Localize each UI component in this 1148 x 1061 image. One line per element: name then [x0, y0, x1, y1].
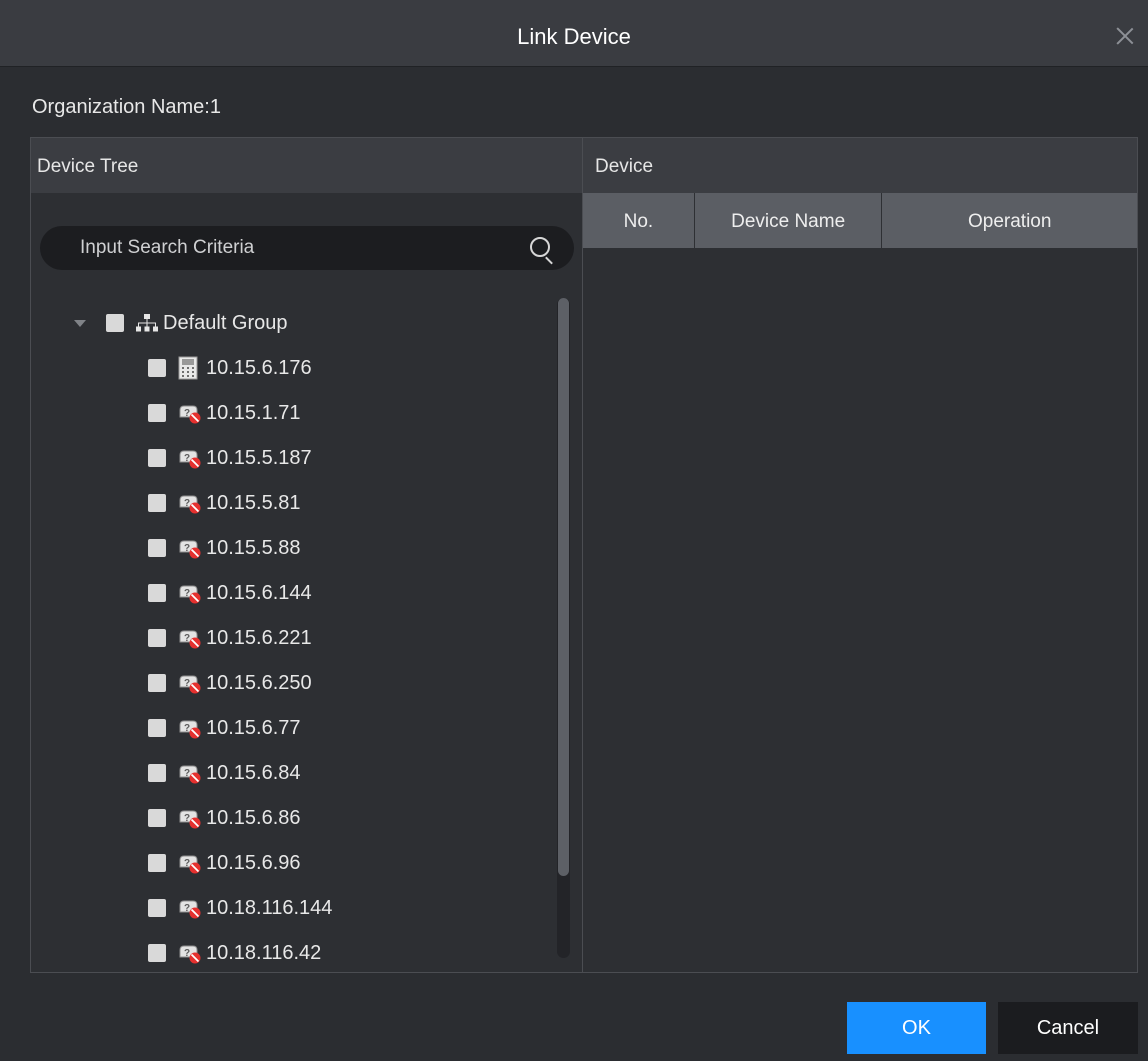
- tree-scrollbar-thumb[interactable]: [558, 298, 569, 876]
- column-header-operation: Operation: [967, 211, 1052, 232]
- device-checkbox[interactable]: [148, 674, 166, 692]
- svg-text:?: ?: [184, 813, 190, 824]
- svg-text:?: ?: [184, 678, 190, 689]
- tree-scrollbar[interactable]: [557, 298, 570, 958]
- svg-text:?: ?: [184, 543, 190, 554]
- offline-device-icon: ?: [178, 807, 202, 829]
- offline-device-icon: ?: [178, 717, 202, 739]
- svg-text:?: ?: [184, 588, 190, 599]
- tree-item-device[interactable]: 10.15.6.176: [148, 348, 312, 388]
- tree-item-label: 10.15.6.221: [206, 626, 312, 649]
- tree-item-label: 10.15.5.81: [206, 491, 301, 514]
- organization-name-label: Organization Name:1: [32, 96, 221, 118]
- svg-text:?: ?: [184, 903, 190, 914]
- tree-item-label: 10.15.6.77: [206, 716, 301, 739]
- tree-item-label: 10.15.6.86: [206, 806, 301, 829]
- search-icon[interactable]: [530, 237, 550, 257]
- expand-arrow-icon[interactable]: [74, 319, 86, 327]
- device-checkbox[interactable]: [148, 764, 166, 782]
- tree-item-device[interactable]: ? 10.15.6.96: [148, 843, 301, 883]
- offline-device-icon: ?: [178, 492, 202, 514]
- tree-group-default[interactable]: Default Group: [74, 303, 288, 343]
- device-checkbox[interactable]: [148, 449, 166, 467]
- tree-item-device[interactable]: ? 10.15.6.84: [148, 753, 301, 793]
- dialog-titlebar: Link Device: [0, 0, 1148, 67]
- tree-item-label: 10.15.6.84: [206, 761, 301, 784]
- svg-text:?: ?: [184, 453, 190, 464]
- device-checkbox[interactable]: [148, 584, 166, 602]
- tree-item-device[interactable]: ? 10.15.6.77: [148, 708, 301, 748]
- search-input[interactable]: [80, 226, 520, 270]
- svg-text:?: ?: [184, 858, 190, 869]
- device-checkbox[interactable]: [148, 944, 166, 962]
- tree-item-label: 10.18.116.42: [206, 941, 322, 964]
- tree-item-label: 10.15.5.187: [206, 446, 312, 469]
- tree-item-label: 10.15.6.250: [206, 671, 312, 694]
- offline-device-icon: ?: [178, 537, 202, 559]
- column-header-device-name: Device Name: [695, 193, 883, 248]
- tree-item-label: 10.15.6.176: [206, 356, 312, 379]
- ok-button[interactable]: OK: [847, 1002, 986, 1054]
- org-tree-icon: [136, 313, 158, 333]
- svg-text:?: ?: [184, 768, 190, 779]
- offline-device-icon: ?: [178, 852, 202, 874]
- device-tree-header: Device Tree: [31, 138, 582, 193]
- tree-item-device[interactable]: ? 10.18.116.144: [148, 888, 332, 928]
- tree-group-label: Default Group: [163, 311, 288, 334]
- offline-device-icon: ?: [178, 942, 202, 964]
- device-checkbox[interactable]: [148, 899, 166, 917]
- tree-item-label: 10.15.1.71: [206, 401, 301, 424]
- device-checkbox[interactable]: [148, 854, 166, 872]
- close-icon[interactable]: [1114, 26, 1136, 48]
- device-checkbox[interactable]: [148, 809, 166, 827]
- offline-device-icon: ?: [178, 447, 202, 469]
- svg-text:?: ?: [184, 723, 190, 734]
- tree-item-device[interactable]: ? 10.18.116.42: [148, 933, 321, 973]
- device-table-body: [583, 248, 1137, 972]
- tree-item-device[interactable]: ? 10.15.6.250: [148, 663, 312, 703]
- tree-item-device[interactable]: ? 10.15.6.221: [148, 618, 312, 658]
- tree-item-device[interactable]: ? 10.15.5.88: [148, 528, 301, 568]
- offline-device-icon: ?: [178, 762, 202, 784]
- tree-item-label: 10.18.116.144: [206, 896, 333, 919]
- svg-text:?: ?: [184, 948, 190, 959]
- tree-item-device[interactable]: ? 10.15.5.187: [148, 438, 312, 478]
- search-box: [40, 226, 574, 270]
- device-checkbox[interactable]: [148, 539, 166, 557]
- device-checkbox[interactable]: [148, 359, 166, 377]
- access-controller-icon: [178, 356, 198, 380]
- svg-text:?: ?: [184, 498, 190, 509]
- offline-device-icon: ?: [178, 582, 202, 604]
- tree-item-label: 10.15.6.96: [206, 851, 301, 874]
- device-tree-panel: Device Tree Default Gro: [30, 137, 583, 973]
- device-table-header: No. Device Name Operation: [583, 193, 1137, 248]
- svg-text:?: ?: [184, 633, 190, 644]
- device-panel: Device No. Device Name Operation: [583, 137, 1138, 973]
- tree-item-device[interactable]: ? 10.15.5.81: [148, 483, 301, 523]
- tree-item-label: 10.15.5.88: [206, 536, 301, 559]
- device-panel-header: Device: [583, 138, 1137, 193]
- tree-item-device[interactable]: ? 10.15.6.144: [148, 573, 312, 613]
- group-checkbox[interactable]: [106, 314, 124, 332]
- tree-item-label: 10.15.6.144: [206, 581, 312, 604]
- dialog-title: Link Device: [517, 24, 631, 49]
- svg-text:?: ?: [184, 408, 190, 419]
- tree-item-device[interactable]: ? 10.15.6.86: [148, 798, 301, 838]
- tree-item-device[interactable]: ? 10.15.1.71: [148, 393, 301, 433]
- offline-device-icon: ?: [178, 672, 202, 694]
- device-checkbox[interactable]: [148, 494, 166, 512]
- device-checkbox[interactable]: [148, 719, 166, 737]
- offline-device-icon: ?: [178, 627, 202, 649]
- device-checkbox[interactable]: [148, 629, 166, 647]
- offline-device-icon: ?: [178, 897, 202, 919]
- offline-device-icon: ?: [178, 402, 202, 424]
- device-checkbox[interactable]: [148, 404, 166, 422]
- column-header-no: No.: [583, 193, 695, 248]
- cancel-button[interactable]: Cancel: [998, 1002, 1138, 1054]
